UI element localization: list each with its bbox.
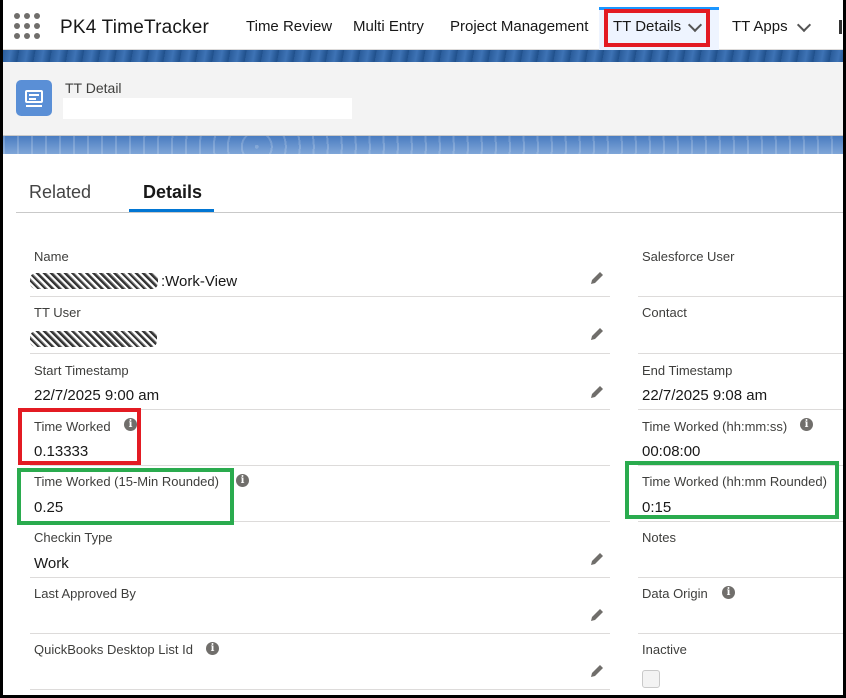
field-label-tt-user: TT User xyxy=(34,305,81,320)
redacted-tt-user xyxy=(30,331,157,347)
edit-pencil-icon[interactable] xyxy=(589,326,605,342)
edit-pencil-icon[interactable] xyxy=(589,270,605,286)
app-launcher-icon[interactable] xyxy=(14,13,40,39)
info-icon[interactable]: i xyxy=(236,474,249,487)
field-divider xyxy=(30,296,610,297)
record-type-icon xyxy=(16,80,52,116)
field-label-time-worked-hhmmss: Time Worked (hh:mm:ss) xyxy=(642,419,788,434)
header-banner-bottom xyxy=(3,136,843,154)
info-icon[interactable]: i xyxy=(800,418,813,431)
field-label-end-timestamp: End Timestamp xyxy=(642,363,733,378)
highlight-box-time-worked-hhmm xyxy=(625,461,839,519)
record-title-redacted xyxy=(63,98,352,119)
field-value-name: :Work-View xyxy=(161,273,238,290)
field-label-data-origin: Data Origin xyxy=(642,586,708,601)
field-label-quickbooks-list-id: QuickBooks Desktop List Id xyxy=(34,642,193,657)
header-banner-top xyxy=(3,50,843,62)
field-label-inactive: Inactive xyxy=(642,642,687,657)
field-divider xyxy=(638,633,843,634)
field-divider xyxy=(638,353,843,354)
field-label-start-timestamp: Start Timestamp xyxy=(34,363,129,378)
field-divider xyxy=(30,633,610,634)
tab-divider xyxy=(16,212,843,213)
field-label-contact: Contact xyxy=(642,305,687,320)
edit-pencil-icon[interactable] xyxy=(589,551,605,567)
window-frame: PK4 TimeTracker Time Review Multi Entry … xyxy=(0,0,846,698)
field-divider xyxy=(30,577,610,578)
field-value-time-worked-hhmmss: 00:08:00 xyxy=(642,443,701,460)
info-icon[interactable]: i xyxy=(206,642,219,655)
inactive-checkbox[interactable] xyxy=(642,670,660,688)
tab-related[interactable]: Related xyxy=(29,182,91,203)
nav-item-time-review[interactable]: Time Review xyxy=(246,18,332,35)
global-nav: PK4 TimeTracker Time Review Multi Entry … xyxy=(3,0,843,50)
field-divider xyxy=(638,521,843,522)
highlight-box-nav xyxy=(604,9,710,47)
field-divider xyxy=(638,577,843,578)
info-icon[interactable]: i xyxy=(722,586,735,599)
nav-item-project-management[interactable]: Project Management xyxy=(450,18,588,35)
tab-details[interactable]: Details xyxy=(143,182,202,203)
field-label-salesforce-user: Salesforce User xyxy=(642,249,735,264)
record-object-type: TT Detail xyxy=(65,80,122,96)
chevron-down-icon[interactable] xyxy=(796,17,812,33)
edit-pencil-icon[interactable] xyxy=(589,663,605,679)
highlight-box-time-worked xyxy=(18,408,141,465)
field-divider xyxy=(30,353,610,354)
field-divider xyxy=(30,689,610,690)
edit-pencil-icon[interactable] xyxy=(589,384,605,400)
nav-overflow-edge xyxy=(839,20,842,34)
field-value-checkin-type: Work xyxy=(34,555,69,572)
field-divider xyxy=(638,409,843,410)
field-label-checkin-type: Checkin Type xyxy=(34,530,113,545)
field-value-end-timestamp: 22/7/2025 9:08 am xyxy=(642,387,768,404)
field-label-name: Name xyxy=(34,249,69,264)
nav-item-multi-entry[interactable]: Multi Entry xyxy=(353,18,424,35)
field-value-start-timestamp: 22/7/2025 9:00 am xyxy=(34,387,160,404)
nav-item-tt-apps[interactable]: TT Apps xyxy=(732,18,788,35)
redacted-name-prefix xyxy=(30,273,158,289)
app-name: PK4 TimeTracker xyxy=(60,17,210,38)
edit-pencil-icon[interactable] xyxy=(589,607,605,623)
field-label-notes: Notes xyxy=(642,530,676,545)
highlight-box-time-worked-15min xyxy=(17,468,234,525)
field-label-last-approved-by: Last Approved By xyxy=(34,586,136,601)
field-divider xyxy=(638,296,843,297)
field-divider xyxy=(30,465,610,466)
